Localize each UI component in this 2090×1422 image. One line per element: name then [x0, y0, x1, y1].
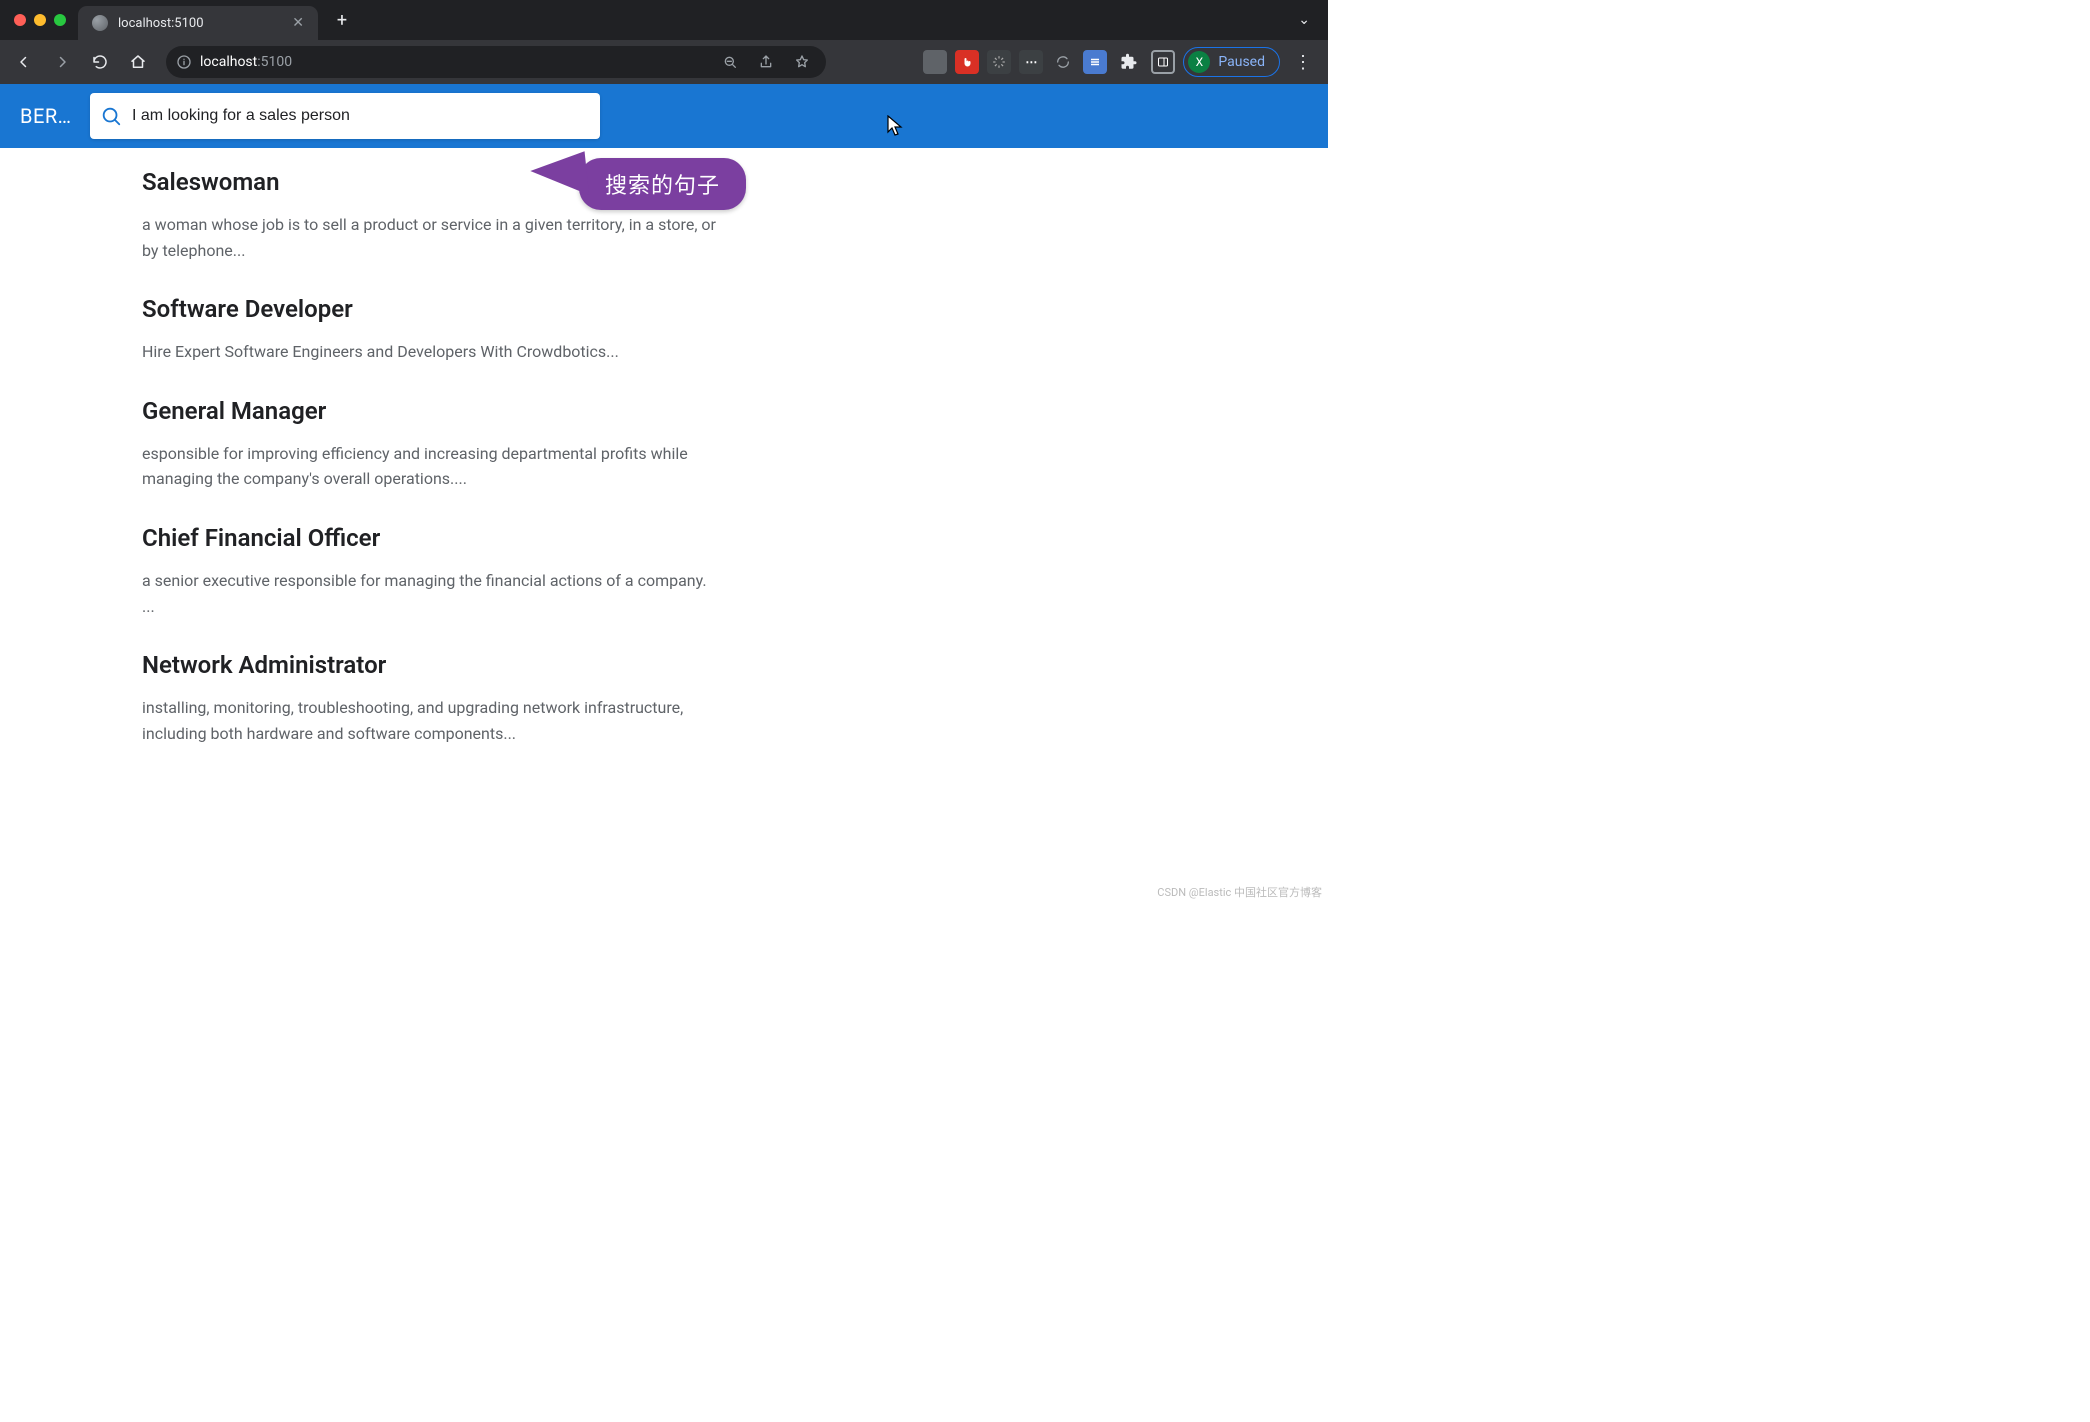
- zoom-out-icon: [722, 54, 738, 70]
- url-port: :5100: [257, 54, 292, 70]
- sync-icon: [1055, 54, 1071, 70]
- window-close-button[interactable]: [14, 14, 26, 26]
- result-item[interactable]: Software Developer Hire Expert Software …: [142, 295, 720, 365]
- result-item[interactable]: General Manager esponsible for improving…: [142, 397, 720, 492]
- extension-icon[interactable]: [1083, 50, 1107, 74]
- spinner-icon: [992, 55, 1006, 69]
- browser-menu-button[interactable]: ⋮: [1294, 52, 1312, 73]
- tab-title: localhost:5100: [118, 16, 282, 31]
- result-desc: a senior executive responsible for manag…: [142, 568, 720, 619]
- home-button[interactable]: [124, 48, 152, 76]
- extension-icon[interactable]: [1051, 50, 1075, 74]
- forward-button[interactable]: [48, 48, 76, 76]
- extensions-row: ⋯ X Paused ⋮: [842, 47, 1318, 77]
- result-desc: installing, monitoring, troubleshooting,…: [142, 695, 720, 746]
- search-box[interactable]: [90, 93, 600, 139]
- new-tab-button[interactable]: +: [328, 6, 356, 34]
- site-info-button[interactable]: [176, 54, 192, 70]
- search-results: Saleswoman a woman whose job is to sell …: [0, 148, 720, 746]
- url-text: localhost:5100: [200, 54, 292, 70]
- puzzle-icon: [1120, 53, 1138, 71]
- result-title: Software Developer: [142, 295, 720, 323]
- side-panel-button[interactable]: [1151, 50, 1175, 74]
- zoom-out-button[interactable]: [716, 48, 744, 76]
- result-title: Network Administrator: [142, 651, 720, 679]
- browser-chrome: localhost:5100 ✕ + ⌄ localhost:5100: [0, 0, 1328, 84]
- result-item[interactable]: Network Administrator installing, monito…: [142, 651, 720, 746]
- window-controls: [14, 14, 66, 26]
- url-host: localhost: [200, 54, 257, 70]
- tabs-dropdown-button[interactable]: ⌄: [1298, 12, 1310, 28]
- arrow-left-icon: [15, 53, 33, 71]
- home-icon: [129, 53, 147, 71]
- result-item[interactable]: Chief Financial Officer a senior executi…: [142, 524, 720, 619]
- annotation-callout: 搜索的句子: [579, 158, 746, 210]
- profile-button[interactable]: X Paused: [1183, 47, 1280, 77]
- share-button[interactable]: [752, 48, 780, 76]
- result-desc: Hire Expert Software Engineers and Devel…: [142, 339, 720, 365]
- result-desc: esponsible for improving efficiency and …: [142, 441, 720, 492]
- window-maximize-button[interactable]: [54, 14, 66, 26]
- browser-tab[interactable]: localhost:5100 ✕: [78, 6, 318, 40]
- back-button[interactable]: [10, 48, 38, 76]
- result-desc: a woman whose job is to sell a product o…: [142, 212, 720, 263]
- callout-text: 搜索的句子: [605, 174, 720, 199]
- extensions-button[interactable]: [1115, 48, 1143, 76]
- kebab-icon: ⋮: [1294, 52, 1312, 73]
- profile-label: Paused: [1218, 54, 1265, 70]
- chevron-down-icon: ⌄: [1298, 12, 1310, 28]
- extension-icon[interactable]: [923, 50, 947, 74]
- star-icon: [794, 54, 810, 70]
- address-bar[interactable]: localhost:5100: [166, 46, 826, 78]
- extension-icon[interactable]: [987, 50, 1011, 74]
- avatar: X: [1188, 51, 1210, 73]
- app-brand: BER...: [20, 104, 74, 128]
- lines-icon: [1089, 56, 1101, 68]
- result-title: General Manager: [142, 397, 720, 425]
- reload-button[interactable]: [86, 48, 114, 76]
- window-minimize-button[interactable]: [34, 14, 46, 26]
- search-input[interactable]: [132, 93, 590, 139]
- result-title: Chief Financial Officer: [142, 524, 720, 552]
- reload-icon: [91, 53, 109, 71]
- panel-icon: [1157, 56, 1169, 68]
- hand-icon: [961, 56, 973, 68]
- share-icon: [758, 54, 774, 70]
- info-icon: [176, 54, 192, 70]
- app-header: BER...: [0, 84, 1328, 148]
- globe-icon: [92, 15, 108, 31]
- search-icon: [100, 105, 122, 127]
- bookmark-button[interactable]: [788, 48, 816, 76]
- close-icon[interactable]: ✕: [292, 16, 304, 30]
- tab-strip: localhost:5100 ✕ + ⌄: [0, 0, 1328, 40]
- arrow-right-icon: [53, 53, 71, 71]
- extension-icon[interactable]: [955, 50, 979, 74]
- extension-icon[interactable]: ⋯: [1019, 50, 1043, 74]
- watermark: CSDN @Elastic 中国社区官方博客: [1157, 884, 1322, 900]
- browser-toolbar: localhost:5100 ⋯: [0, 40, 1328, 84]
